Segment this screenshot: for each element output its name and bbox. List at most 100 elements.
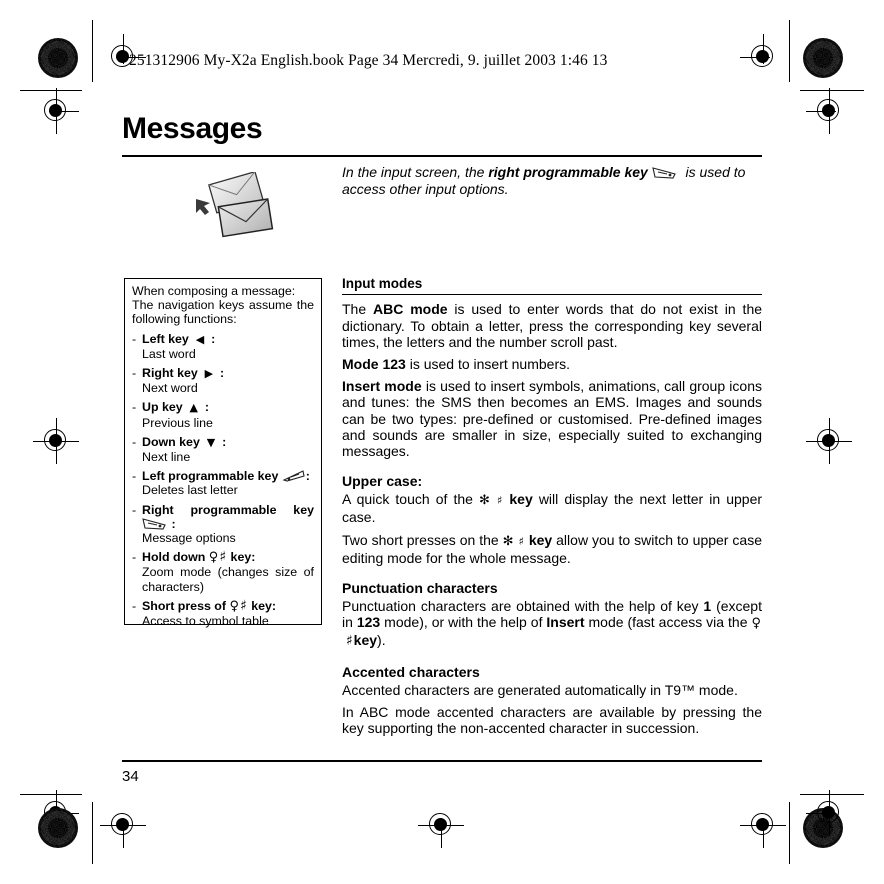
registration-mark-bottom-right bbox=[740, 802, 786, 848]
colon: : bbox=[220, 366, 225, 381]
shift-key-icon: ♯ bbox=[496, 494, 504, 508]
sidebar-item-hold-down-hash-key-label: Hold down ♀♯ key: bbox=[142, 550, 314, 565]
sidebar-item-left-programmable-key-desc: Deletes last letter bbox=[142, 483, 238, 498]
main-content-column: Input modes The ABC mode is used to ente… bbox=[342, 276, 762, 736]
zoom-key-icon: ♀ bbox=[229, 598, 240, 614]
sidebar-item-right-key-desc: Next word bbox=[142, 381, 198, 396]
registration-mark-bottom-left bbox=[100, 802, 146, 848]
sidebar-item-short-press-hash-key-desc: Access to symbol table bbox=[142, 614, 269, 629]
key-action: Hold down bbox=[142, 550, 206, 565]
subheading-punctuation-characters: Punctuation characters bbox=[342, 579, 498, 596]
key-suffix: key: bbox=[251, 598, 277, 613]
colon: : bbox=[222, 434, 227, 449]
list-dash: - bbox=[132, 400, 137, 415]
trim-line-right-upper-horizontal bbox=[800, 90, 864, 92]
right-softkey-icon bbox=[142, 517, 168, 531]
subheading-upper-case: Upper case: bbox=[342, 473, 423, 490]
sidebar-lead-line-2: The navigation keys assume the following… bbox=[132, 298, 314, 327]
key-suffix: key: bbox=[230, 550, 256, 565]
sidebar-item-right-programmable-key-desc: Message options bbox=[142, 531, 236, 546]
key-name: Left programmable key bbox=[142, 469, 279, 484]
text-d: mode (fast access via the bbox=[584, 614, 752, 631]
paragraph-accented-abc: In ABC mode accented characters are avai… bbox=[342, 703, 762, 736]
text-c: mode), or with the help of bbox=[380, 614, 547, 631]
arrow-left-icon: ◀ bbox=[195, 332, 205, 346]
page-title: Messages bbox=[122, 112, 263, 145]
list-dash: - bbox=[132, 434, 137, 449]
paragraph-prefix: The bbox=[342, 301, 373, 318]
sidebar-item-up-key-desc: Previous line bbox=[142, 415, 213, 430]
registration-mark-left-middle bbox=[33, 418, 79, 464]
text-e: ). bbox=[377, 632, 386, 649]
sidebar-item-left-programmable-key-label: Left programmable key : bbox=[142, 469, 314, 483]
star-key-icon bbox=[503, 534, 515, 550]
paragraph-accented-t9: Accented characters are generated automa… bbox=[342, 681, 738, 698]
intro-note: In the input screen, the right programma… bbox=[342, 164, 762, 197]
list-dash: - bbox=[132, 331, 137, 346]
paragraph-mode-123: Mode 123 is used to insert numbers. bbox=[342, 356, 762, 372]
paragraph-upper-case-quick-touch: A quick touch of the ♯ key will display … bbox=[342, 491, 762, 525]
key-123-label: 123 bbox=[356, 614, 381, 631]
section-title-input-modes: Input modes bbox=[342, 276, 423, 291]
arrow-up-icon: ▲ bbox=[189, 401, 198, 415]
colon: : bbox=[305, 469, 310, 484]
trim-line-bottom-right-vertical bbox=[789, 802, 791, 864]
key-label: key bbox=[528, 531, 553, 548]
star-key-icon bbox=[479, 493, 491, 509]
sidebar-lead: When composing a message: The navigation… bbox=[132, 284, 314, 327]
colon: : bbox=[204, 400, 210, 415]
sidebar-item-short-press-hash-key-label: Short press of ♀♯ key: bbox=[142, 599, 314, 614]
section-divider bbox=[342, 294, 762, 296]
sidebar-item-short-press-hash-key: - Short press of ♀♯ key: Access to symbo… bbox=[132, 599, 314, 628]
footer-divider bbox=[122, 760, 762, 762]
trim-line-top-left-vertical bbox=[92, 20, 94, 82]
sidebar-item-right-key: - Right key ▶ : Next word bbox=[132, 366, 314, 395]
key-label: key bbox=[509, 491, 533, 508]
hash-key-icon: ♯ bbox=[345, 633, 354, 650]
sidebar-item-down-key: - Down key ▼ : Next line bbox=[132, 435, 314, 464]
paragraph-insert-mode: Insert mode is used to insert symbols, a… bbox=[342, 378, 762, 459]
sidebar-item-left-key: - Left key ◀ : Last word bbox=[132, 332, 314, 361]
sidebar-item-left-key-desc: Last word bbox=[142, 346, 196, 361]
text-a: Punctuation characters are obtained with… bbox=[342, 597, 704, 614]
text-a: Two short presses on the bbox=[342, 531, 503, 548]
zoom-key-icon: ♀ bbox=[208, 550, 220, 566]
registration-mark-left-upper bbox=[33, 88, 79, 134]
key-name: Right key bbox=[142, 366, 198, 381]
sidebar-item-down-key-desc: Next line bbox=[142, 450, 191, 465]
paragraph-bold-term: ABC mode bbox=[373, 301, 448, 318]
trim-line-bottom-left-vertical bbox=[92, 802, 94, 864]
registration-mark-right-lower bbox=[806, 790, 852, 836]
envelopes-illustration bbox=[190, 170, 285, 242]
key-name: Down key bbox=[142, 434, 200, 449]
arrow-down-icon: ▼ bbox=[206, 435, 216, 449]
sidebar-right-softkey-row: : bbox=[142, 517, 314, 531]
key-action: Short press of bbox=[142, 598, 226, 613]
rosette-mark-top-left bbox=[38, 38, 78, 78]
paragraph-rest: is used to insert numbers. bbox=[405, 355, 570, 372]
sidebar-lead-line-1: When composing a message: bbox=[132, 284, 296, 298]
registration-mark-bottom-center bbox=[418, 802, 464, 848]
colon: : bbox=[211, 331, 216, 346]
key-label: key bbox=[353, 632, 378, 649]
sidebar-item-hold-down-hash-key-desc: Zoom mode (changes size of characters) bbox=[142, 565, 314, 594]
colon: : bbox=[171, 516, 176, 531]
sidebar-item-left-programmable-key: - Left programmable key : Deletes last l… bbox=[132, 469, 314, 497]
key-name-word-1: Right bbox=[142, 502, 174, 517]
list-dash: - bbox=[132, 550, 137, 565]
rosette-mark-top-right bbox=[803, 38, 843, 78]
shift-key-icon: ♯ bbox=[518, 534, 525, 548]
rosette-mark-bottom-left bbox=[38, 808, 78, 848]
sidebar-item-down-key-label: Down key ▼ : bbox=[142, 435, 314, 450]
paragraph-upper-case-two-presses: Two short presses on the ♯ key allow you… bbox=[342, 532, 762, 566]
hash-key-icon: ♯ bbox=[239, 597, 248, 614]
registration-mark-right-upper bbox=[806, 88, 852, 134]
page-canvas: 251312906 My-X2a English.book Page 34 Me… bbox=[0, 0, 884, 884]
key-name-word-2: programmable bbox=[190, 502, 277, 517]
list-dash: - bbox=[132, 366, 137, 381]
print-header-text: 251312906 My-X2a English.book Page 34 Me… bbox=[129, 52, 608, 69]
intro-bold-phrase: right programmable key bbox=[488, 164, 648, 180]
trim-line-left-upper-horizontal bbox=[20, 90, 82, 92]
title-divider bbox=[122, 155, 762, 157]
paragraph-abc-mode: The ABC mode is used to enter words that… bbox=[342, 301, 762, 350]
